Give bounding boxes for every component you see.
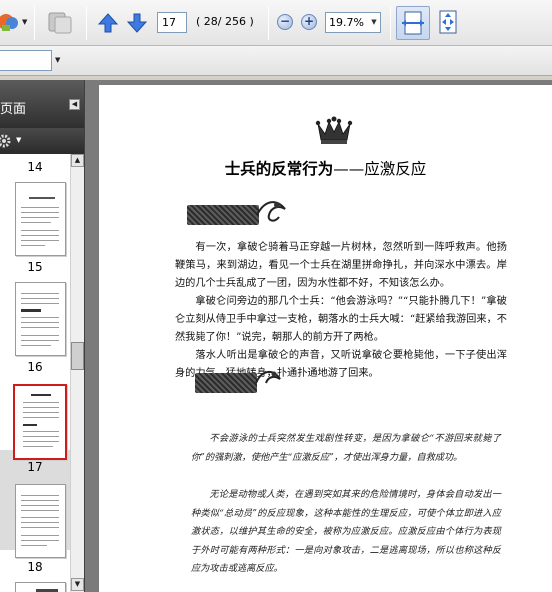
section-ornament-icon — [195, 373, 257, 393]
chevron-down-icon[interactable]: ▼ — [368, 13, 380, 32]
chapter-title: 士兵的反常行为——应激反应 — [224, 160, 427, 178]
arrow-up-icon — [97, 13, 119, 33]
fit-page-icon — [439, 10, 457, 34]
pages-panel-header: 页面 ◀ — [0, 80, 84, 128]
previous-page-button[interactable] — [97, 12, 119, 34]
document-view[interactable]: 士兵的反常行为——应激反应 有一次，拿破仑骑着马正穿越一片树林，忽然听到一阵呼救… — [85, 80, 552, 592]
pages-panel: 页面 ◀ ▼ 14 15 16 17 18 ▲ ▼ — [0, 80, 84, 592]
page-thumbnail-current[interactable] — [13, 384, 67, 460]
toolbar-divider — [34, 6, 35, 40]
body-paragraph: 有一次，拿破仑骑着马正穿越一片树林，忽然听到一阵呼救声。他扬鞭策马，来到湖边，看… — [175, 242, 507, 289]
page-thumbnail[interactable] — [15, 282, 66, 356]
secondary-toolbar: ▼ — [0, 46, 552, 76]
crown-ornament-icon — [315, 116, 353, 149]
toolbar-divider — [268, 6, 269, 40]
page-number-input[interactable]: 17 — [157, 12, 187, 33]
panel-options-bar: ▼ — [0, 128, 84, 154]
next-page-button[interactable] — [126, 12, 148, 34]
thumbnail-label: 15 — [27, 260, 43, 274]
thumbnail-label: 17 — [27, 460, 43, 474]
thumbnail-label: 18 — [27, 560, 43, 574]
thumbnail-scrollbar[interactable]: ▲ ▼ — [70, 154, 84, 592]
arrow-down-icon — [126, 13, 148, 33]
section-ornament-icon — [187, 205, 259, 225]
toolbar-divider — [390, 6, 391, 40]
thumbnail-list[interactable]: 14 15 16 17 18 — [0, 154, 70, 592]
page-count-label: ( 28/ 256 ) — [196, 15, 254, 28]
gear-icon[interactable] — [0, 133, 14, 152]
chevron-down-icon[interactable]: ▼ — [22, 18, 27, 26]
toolbar-divider — [86, 6, 87, 40]
page-thumbnail[interactable] — [15, 484, 66, 558]
scroll-up-button[interactable]: ▲ — [71, 154, 84, 167]
collapse-panel-button[interactable]: ◀ — [69, 99, 80, 110]
scrolling-mode-button[interactable] — [396, 6, 430, 40]
fit-page-button[interactable] — [432, 6, 466, 40]
zoom-out-button[interactable]: − — [277, 14, 293, 30]
swirl-ornament-icon — [255, 371, 281, 384]
fit-width-icon — [402, 11, 424, 35]
page-thumbnail[interactable] — [15, 582, 66, 592]
chevron-down-icon[interactable]: ▼ — [16, 136, 21, 144]
thumbnail-label: 14 — [27, 160, 43, 174]
zoom-in-button[interactable]: + — [301, 14, 317, 30]
find-input[interactable] — [0, 50, 52, 71]
scrollbar-thumb[interactable] — [71, 342, 84, 370]
collaborate-icon[interactable] — [45, 9, 75, 37]
document-page: 士兵的反常行为——应激反应 有一次，拿破仑骑着马正穿越一片树林，忽然听到一阵呼救… — [99, 85, 552, 592]
swirl-ornament-icon — [256, 201, 286, 222]
scroll-down-button[interactable]: ▼ — [71, 578, 84, 591]
body-paragraph: 无论是动物或人类，在遇到突如其来的危险情境时，身体会自动发出一种类似“总动员”的… — [191, 489, 501, 574]
page-thumbnail[interactable] — [15, 182, 66, 256]
create-pdf-icon[interactable] — [0, 11, 20, 33]
main-toolbar: ▼ 17 ( 28/ 256 ) − + 19.7% ▼ — [0, 0, 552, 46]
body-paragraph: 不会游泳的士兵突然发生戏剧性转变，是因为拿破仑“不游回来就毙了你”的强刺激，使他… — [191, 433, 501, 463]
pages-panel-title: 页面 — [0, 102, 27, 117]
chevron-down-icon[interactable]: ▼ — [55, 56, 60, 64]
body-paragraph: 拿破仑问旁边的那几个士兵：“他会游泳吗？”“只能扑腾几下！”拿破仑立刻从侍卫手中… — [175, 296, 507, 343]
thumbnail-label: 16 — [27, 360, 43, 374]
